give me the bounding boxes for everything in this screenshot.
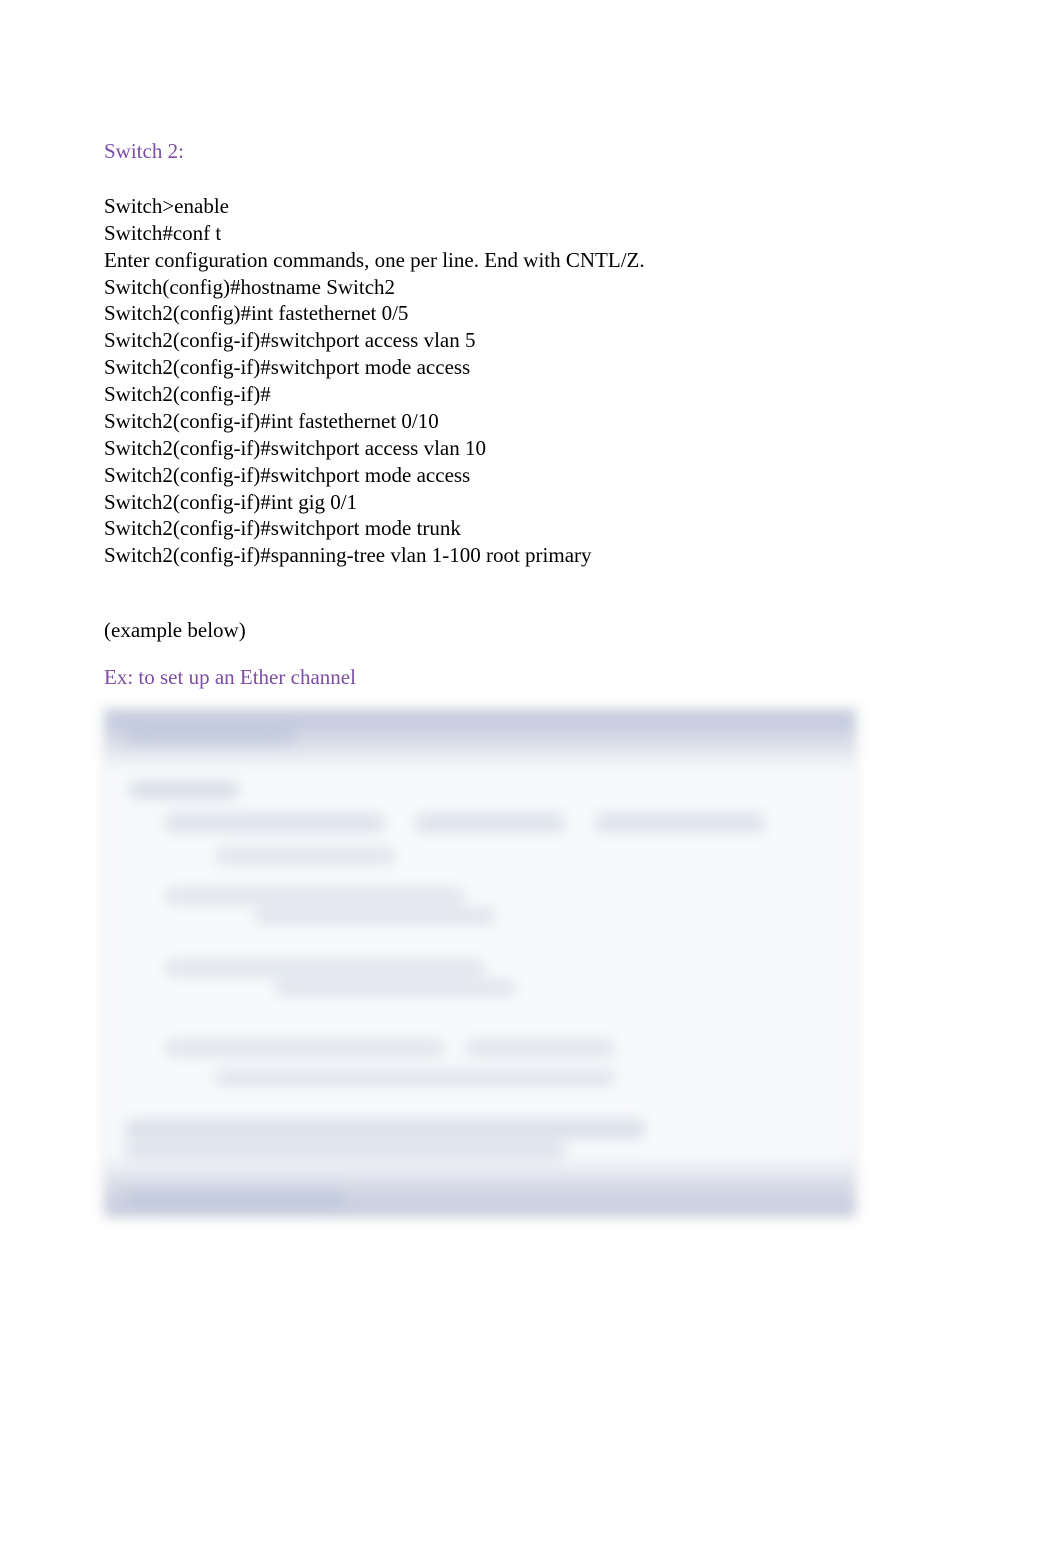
cli-line: Switch2(config-if)#switchport mode trunk bbox=[104, 515, 958, 542]
cli-output-block: Switch>enable Switch#conf t Enter config… bbox=[104, 193, 958, 569]
subheading-etherchannel: Ex: to set up an Ether channel bbox=[104, 664, 958, 691]
cli-line: Enter configuration commands, one per li… bbox=[104, 247, 958, 274]
cli-line: Switch2(config)#int fastethernet 0/5 bbox=[104, 300, 958, 327]
cli-line: Switch#conf t bbox=[104, 220, 958, 247]
cli-line: Switch2(config-if)#spanning-tree vlan 1-… bbox=[104, 542, 958, 569]
cli-line: Switch2(config-if)#int fastethernet 0/10 bbox=[104, 408, 958, 435]
cli-line: Switch>enable bbox=[104, 193, 958, 220]
cli-line: Switch2(config-if)# bbox=[104, 381, 958, 408]
cli-line: Switch(config)#hostname Switch2 bbox=[104, 274, 958, 301]
blurred-screenshot-placeholder bbox=[104, 709, 856, 1217]
cli-line: Switch2(config-if)#switchport access vla… bbox=[104, 327, 958, 354]
example-note: (example below) bbox=[104, 617, 958, 644]
cli-line: Switch2(config-if)#switchport access vla… bbox=[104, 435, 958, 462]
section-heading-switch2: Switch 2: bbox=[104, 138, 958, 165]
cli-line: Switch2(config-if)#switchport mode acces… bbox=[104, 462, 958, 489]
cli-line: Switch2(config-if)#switchport mode acces… bbox=[104, 354, 958, 381]
cli-line: Switch2(config-if)#int gig 0/1 bbox=[104, 489, 958, 516]
